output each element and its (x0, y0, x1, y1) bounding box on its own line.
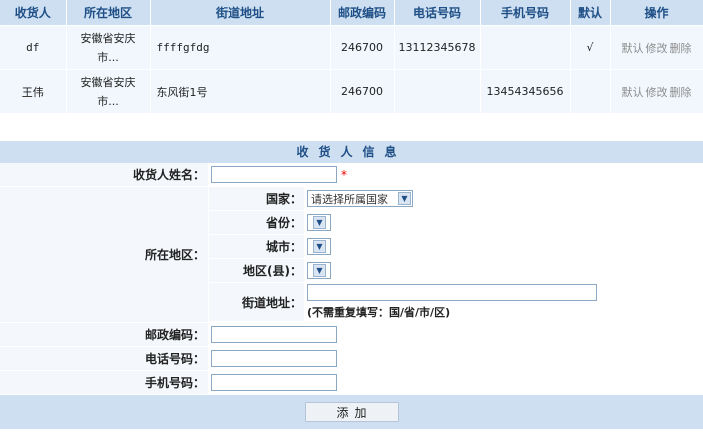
region-text: 安徽省安庆市... (80, 31, 136, 64)
chevron-down-icon: ▼ (313, 216, 326, 229)
cell-phone: 13112345678 (394, 25, 481, 70)
city-label: 城市： (209, 235, 305, 258)
edit-link[interactable]: 修改 (646, 42, 668, 55)
cell-actions: 默认 修改 删除 (610, 25, 703, 70)
edit-link[interactable]: 修改 (646, 86, 668, 99)
cell-actions: 默认 修改 删除 (610, 69, 703, 114)
district-select[interactable]: ▼ (307, 262, 331, 279)
district-label: 地区(县)： (209, 259, 305, 282)
delete-link[interactable]: 删除 (670, 42, 692, 55)
cell-mobile (480, 25, 571, 70)
chevron-down-icon: ▼ (313, 264, 326, 277)
col-header-consignee: 收货人 (0, 0, 67, 26)
address-table: 收货人 所在地区 街道地址 邮政编码 电话号码 手机号码 默认 操作 df 安徽… (0, 0, 703, 114)
cell-postcode: 246700 (330, 69, 395, 114)
consignee-form: 收货人信息 收货人姓名： * 所在地区： 国家： 请选择所属国家 ▼ 省份： ▼… (0, 141, 703, 429)
form-title: 收货人信息 (0, 141, 703, 163)
name-label: 收货人姓名： (0, 163, 209, 186)
postcode-row: 邮政编码： (0, 323, 703, 347)
region-selector-group: 国家： 请选择所属国家 ▼ 省份： ▼ 城市： ▼ 地区(县)： ▼ 街道地址：… (209, 187, 703, 322)
cell-default-mark (570, 69, 611, 114)
chevron-down-icon: ▼ (398, 192, 411, 205)
delete-link[interactable]: 删除 (670, 86, 692, 99)
region-row: 所在地区： 国家： 请选择所属国家 ▼ 省份： ▼ 城市： ▼ 地区(县)： ▼… (0, 187, 703, 323)
postcode-input[interactable] (211, 326, 337, 343)
name-row: 收货人姓名： * (0, 163, 703, 187)
cell-default-mark: √ (570, 25, 611, 70)
mobile-row: 手机号码： (0, 371, 703, 395)
phone-input[interactable] (211, 350, 337, 367)
phone-label: 电话号码： (0, 347, 209, 370)
country-select-value: 请选择所属国家 (311, 192, 388, 206)
col-header-phone: 电话号码 (394, 0, 481, 26)
postcode-label: 邮政编码： (0, 323, 209, 346)
cell-phone (394, 69, 481, 114)
country-select[interactable]: 请选择所属国家 ▼ (307, 190, 413, 207)
mobile-label: 手机号码： (0, 371, 209, 394)
cell-street: ffffgfdg (150, 25, 331, 70)
phone-row: 电话号码： (0, 347, 703, 371)
set-default-link[interactable]: 默认 (622, 86, 644, 99)
col-header-street: 街道地址 (150, 0, 331, 26)
table-row: 王伟 安徽省安庆市... 东风街1号 246700 13454345656 默认… (0, 69, 703, 114)
table-row: df 安徽省安庆市... ffffgfdg 246700 13112345678… (0, 25, 703, 70)
col-header-mobile: 手机号码 (480, 0, 571, 26)
province-select[interactable]: ▼ (307, 214, 331, 231)
mobile-input[interactable] (211, 374, 337, 391)
button-bar: 添加 (0, 395, 703, 429)
cell-consignee: df (0, 25, 67, 70)
city-select[interactable]: ▼ (307, 238, 331, 255)
cell-region: 安徽省安庆市... (66, 69, 151, 114)
street-hint: (不需重复填写：国/省/市/区) (307, 306, 451, 319)
region-label: 所在地区： (0, 187, 209, 322)
cell-street: 东风街1号 (150, 69, 331, 114)
col-header-postcode: 邮政编码 (330, 0, 395, 26)
cell-postcode: 246700 (330, 25, 395, 70)
add-button[interactable]: 添加 (304, 402, 399, 422)
set-default-link[interactable]: 默认 (622, 42, 644, 55)
street-label: 街道地址： (209, 283, 305, 321)
region-text: 安徽省安庆市... (80, 75, 136, 108)
cell-consignee: 王伟 (0, 69, 67, 114)
country-label: 国家： (209, 187, 305, 210)
consignee-name-input[interactable] (211, 166, 337, 183)
col-header-default: 默认 (570, 0, 611, 26)
col-header-actions: 操作 (610, 0, 703, 26)
chevron-down-icon: ▼ (313, 240, 326, 253)
cell-mobile: 13454345656 (480, 69, 571, 114)
cell-region: 安徽省安庆市... (66, 25, 151, 70)
table-header-row: 收货人 所在地区 街道地址 邮政编码 电话号码 手机号码 默认 操作 (0, 0, 703, 26)
col-header-region: 所在地区 (66, 0, 151, 26)
street-address-input[interactable] (307, 284, 597, 301)
required-mark: * (341, 167, 347, 182)
province-label: 省份： (209, 211, 305, 234)
